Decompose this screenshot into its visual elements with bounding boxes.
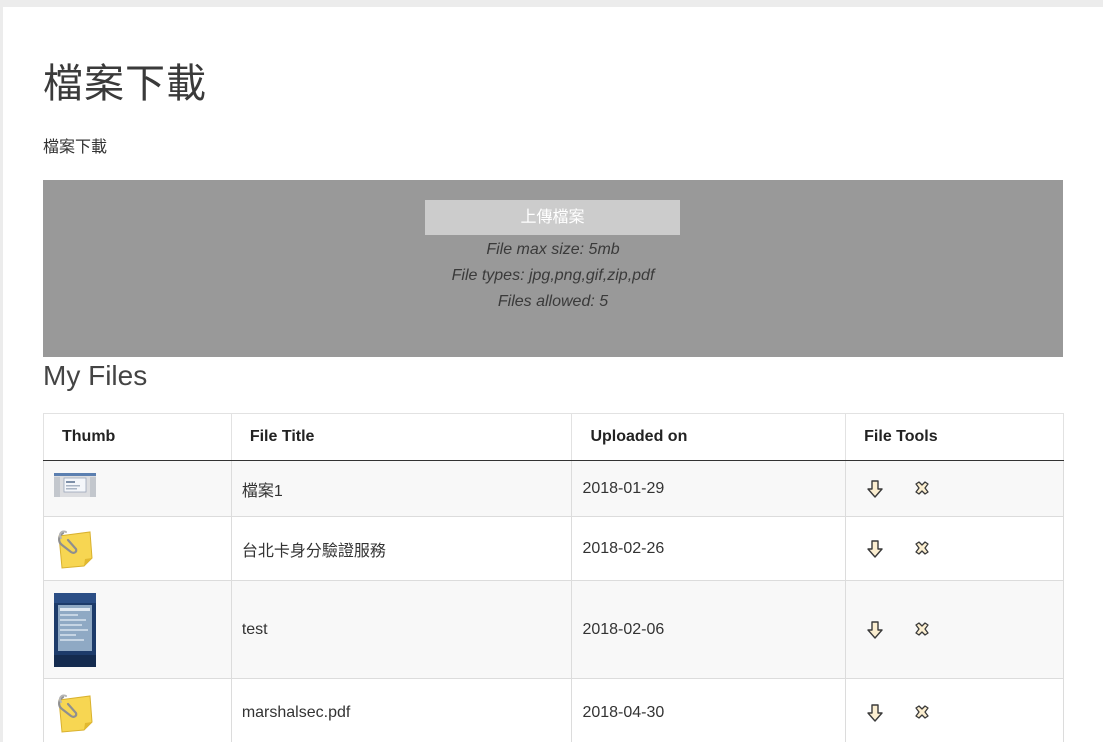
file-title-cell[interactable]: test xyxy=(230,580,573,679)
file-types-text: File types: jpg,png,gif,zip,pdf xyxy=(451,267,655,284)
paperclip-note-icon[interactable] xyxy=(54,528,96,570)
page-container: 檔案下載 檔案下載 上傳檔案 File max size: 5mb File t… xyxy=(3,7,1103,742)
download-icon[interactable] xyxy=(866,620,884,640)
table-row: test 2018-02-06 xyxy=(43,580,1064,679)
thumb-cell xyxy=(43,580,232,679)
thumb-cell xyxy=(43,678,232,742)
table-row: 檔案1 2018-01-29 xyxy=(43,460,1064,517)
table-row: marshalsec.pdf 2018-04-30 xyxy=(43,678,1064,742)
paperclip-note-icon[interactable] xyxy=(54,692,96,734)
file-title-cell[interactable]: marshalsec.pdf xyxy=(230,678,573,742)
files-allowed-text: Files allowed: 5 xyxy=(497,293,609,310)
delete-icon[interactable] xyxy=(913,620,931,640)
uploaded-date-cell: 2018-02-06 xyxy=(571,580,847,679)
file-title-cell[interactable]: 檔案1 xyxy=(230,460,573,517)
column-header-file-title: File Title xyxy=(230,413,573,461)
download-icon[interactable] xyxy=(866,703,884,723)
page-title: 檔案下載 xyxy=(43,62,207,106)
column-header-thumb: Thumb xyxy=(43,413,232,461)
max-size-text: File max size: 5mb xyxy=(486,241,620,258)
file-tools-cell xyxy=(845,580,1064,679)
download-icon[interactable] xyxy=(866,539,884,559)
screenshot-thumbnail[interactable] xyxy=(54,473,96,497)
page-description: 檔案下載 xyxy=(43,139,108,156)
file-tools-cell xyxy=(845,678,1064,742)
delete-icon[interactable] xyxy=(913,703,931,723)
files-table: Thumb File Title Uploaded on File Tools xyxy=(43,413,1064,742)
photo-thumbnail[interactable] xyxy=(54,592,96,667)
column-header-uploaded-on: Uploaded on xyxy=(571,413,847,461)
file-tools-cell xyxy=(845,516,1064,581)
file-title-cell[interactable]: 台北卡身分驗證服務 xyxy=(230,516,573,581)
uploaded-date-cell: 2018-01-29 xyxy=(571,460,847,517)
thumb-cell xyxy=(43,460,232,517)
my-files-title: My Files xyxy=(43,360,148,391)
file-tools-cell xyxy=(845,460,1064,517)
table-header-row: Thumb File Title Uploaded on File Tools xyxy=(43,413,1064,461)
upload-dropzone[interactable]: 上傳檔案 File max size: 5mb File types: jpg,… xyxy=(43,180,1063,357)
download-icon[interactable] xyxy=(866,479,884,499)
column-header-file-tools: File Tools xyxy=(845,413,1064,461)
table-row: 台北卡身分驗證服務 2018-02-26 xyxy=(43,516,1064,581)
thumb-cell xyxy=(43,516,232,581)
uploaded-date-cell: 2018-02-26 xyxy=(571,516,847,581)
upload-info: File max size: 5mb File types: jpg,png,g… xyxy=(43,237,1063,315)
uploaded-date-cell: 2018-04-30 xyxy=(571,678,847,742)
upload-file-button[interactable]: 上傳檔案 xyxy=(425,200,680,235)
delete-icon[interactable] xyxy=(913,479,931,499)
delete-icon[interactable] xyxy=(913,539,931,559)
